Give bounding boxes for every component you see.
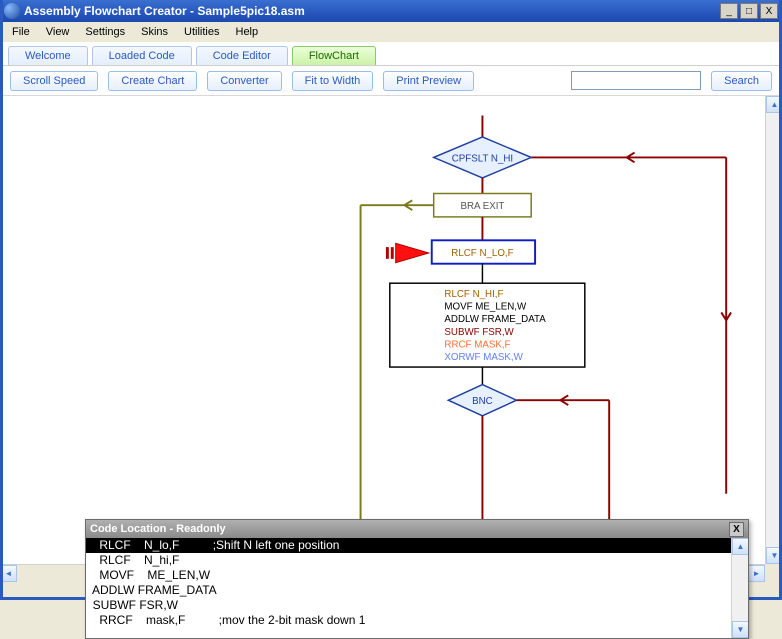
flowchart-svg: CPFSLT N_HI BRA EXIT RLCF N_LO,F (0, 96, 765, 564)
scroll-up-icon[interactable]: ▲ (766, 96, 782, 113)
menu-skins[interactable]: Skins (133, 24, 176, 40)
scroll-left-icon[interactable]: ◄ (0, 565, 17, 582)
block-line-5: RRCF MASK,F (444, 340, 510, 351)
current-node-arrow-icon (386, 243, 429, 263)
canvas-vscroll[interactable]: ▲ ▼ (765, 96, 782, 564)
scroll-corner (765, 564, 782, 581)
code-panel-header[interactable]: Code Location - Readonly X (86, 520, 748, 538)
node-rlcf-nlo-label: RLCF N_LO,F (451, 248, 513, 259)
tab-welcome[interactable]: Welcome (8, 46, 88, 65)
block-line-6: XORWF MASK,W (444, 352, 523, 363)
scroll-up-icon[interactable]: ▲ (732, 538, 748, 555)
minimize-button[interactable]: _ (720, 3, 738, 19)
node-decision-cpfslt-label: CPFSLT N_HI (452, 153, 513, 164)
tab-loaded-code[interactable]: Loaded Code (92, 46, 192, 65)
code-line-selected[interactable]: RLCF N_lo,F ;Shift N left one position (86, 538, 731, 553)
code-panel-body: RLCF N_lo,F ;Shift N left one position R… (86, 538, 748, 638)
flowchart-canvas[interactable]: CPFSLT N_HI BRA EXIT RLCF N_LO,F (0, 96, 765, 564)
window-title: Assembly Flowchart Creator - Sample5pic1… (24, 4, 305, 18)
menu-settings[interactable]: Settings (77, 24, 133, 40)
code-line[interactable]: SUBWF FSR,W (86, 598, 731, 613)
menu-view[interactable]: View (38, 24, 78, 40)
scroll-down-icon[interactable]: ▼ (766, 547, 782, 564)
flowchart-toolbar: Scroll Speed Create Chart Converter Fit … (0, 66, 782, 96)
fit-to-width-button[interactable]: Fit to Width (292, 71, 374, 91)
close-button[interactable]: X (760, 3, 778, 19)
search-input[interactable] (571, 71, 701, 90)
block-line-2: MOVF ME_LEN,W (444, 302, 527, 313)
block-line-1: RLCF N_HI,F (444, 289, 503, 300)
code-panel-close-button[interactable]: X (729, 522, 744, 537)
node-decision-bnc-label: BNC (472, 396, 493, 407)
code-line[interactable]: RLCF N_hi,F (86, 553, 731, 568)
code-panel-title: Code Location - Readonly (90, 523, 226, 535)
code-location-panel[interactable]: Code Location - Readonly X RLCF N_lo,F ;… (85, 519, 749, 639)
maximize-button[interactable]: □ (740, 3, 758, 19)
block-line-4: SUBWF FSR,W (444, 327, 514, 338)
menu-utilities[interactable]: Utilities (176, 24, 227, 40)
print-preview-button[interactable]: Print Preview (383, 71, 474, 91)
app-icon (4, 3, 20, 19)
scroll-right-icon[interactable]: ► (748, 565, 765, 582)
menu-bar: File View Settings Skins Utilities Help (0, 22, 782, 42)
converter-button[interactable]: Converter (207, 71, 281, 91)
code-panel-vscroll[interactable]: ▲ ▼ (731, 538, 748, 638)
tab-code-editor[interactable]: Code Editor (196, 46, 288, 65)
flowchart-canvas-wrap: CPFSLT N_HI BRA EXIT RLCF N_LO,F (0, 96, 782, 581)
menu-file[interactable]: File (4, 24, 38, 40)
titlebar: Assembly Flowchart Creator - Sample5pic1… (0, 0, 782, 22)
create-chart-button[interactable]: Create Chart (108, 71, 197, 91)
menu-help[interactable]: Help (228, 24, 267, 40)
code-line[interactable]: ADDLW FRAME_DATA (86, 583, 731, 598)
scroll-down-icon[interactable]: ▼ (732, 621, 748, 638)
code-line[interactable]: RRCF mask,F ;mov the 2-bit mask down 1 (86, 613, 731, 628)
tab-flowchart[interactable]: FlowChart (292, 46, 376, 65)
block-line-3: ADDLW FRAME_DATA (444, 314, 546, 325)
search-button[interactable]: Search (711, 71, 772, 91)
scroll-speed-button[interactable]: Scroll Speed (10, 71, 98, 91)
main-tab-strip: Welcome Loaded Code Code Editor FlowChar… (0, 42, 782, 66)
code-line[interactable]: MOVF ME_LEN,W (86, 568, 731, 583)
code-lines: RLCF N_lo,F ;Shift N left one position R… (86, 538, 731, 638)
node-bra-exit-label: BRA EXIT (460, 201, 504, 212)
